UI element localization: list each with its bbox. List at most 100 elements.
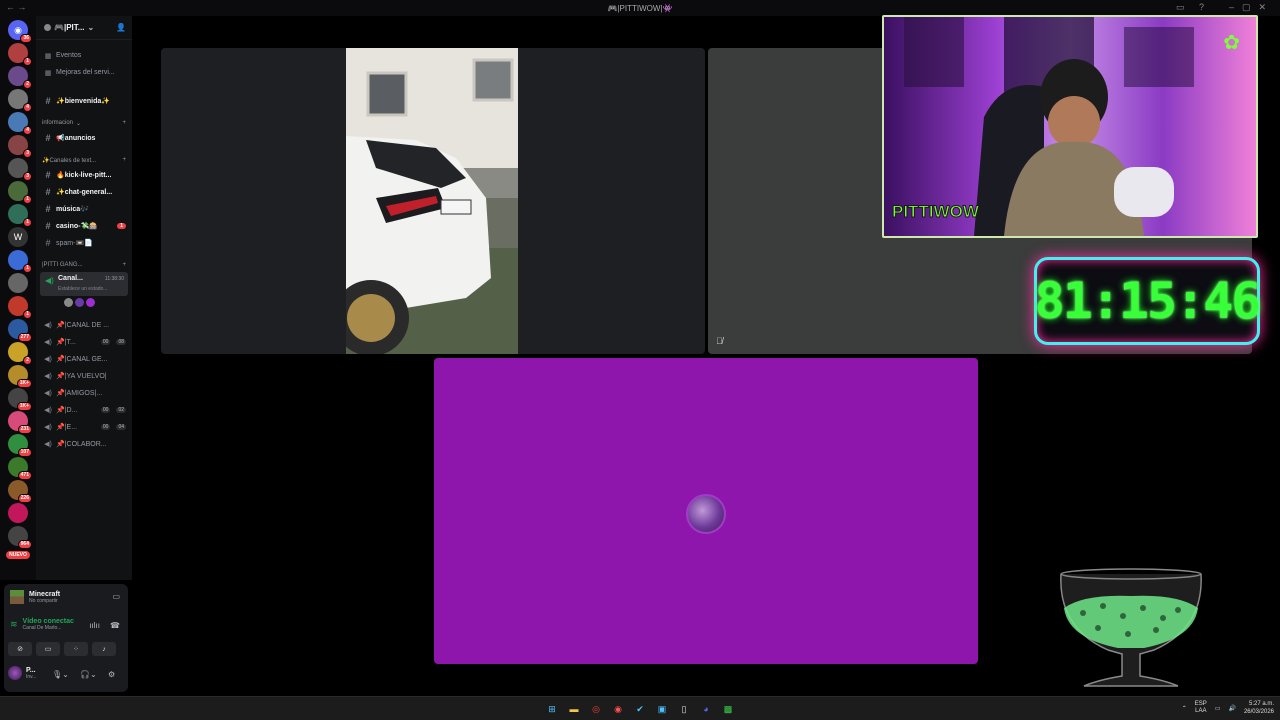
- voice-connection[interactable]: ≋ Vídeo conectac Canal De Marlo...: [10, 618, 74, 631]
- voice-channel[interactable]: ◀) 📌|YA VUELVO|: [40, 368, 128, 383]
- user-info[interactable]: P... Inv...: [8, 666, 36, 680]
- channel-kick-live[interactable]: # 🔥kick-live-pitt...: [40, 167, 128, 182]
- channel-label: 📌|CANAL DE ...: [56, 321, 110, 329]
- voice-channel[interactable]: ◀) 📌|D... 00 02: [40, 402, 128, 417]
- speaker-icon: ◀): [44, 440, 52, 448]
- server-icon-guild-12[interactable]: 277: [8, 319, 32, 342]
- user-limit: 08: [116, 338, 126, 345]
- gear-icon[interactable]: ⚙: [108, 670, 115, 679]
- obs-icon[interactable]: ◉: [610, 701, 626, 717]
- photos-icon[interactable]: ▣: [654, 701, 670, 717]
- channel-bienvenida[interactable]: # ✨bienvenida✨: [40, 93, 128, 108]
- back-forward-icon[interactable]: ← →: [6, 2, 27, 12]
- server-icon-guild-10[interactable]: [8, 273, 28, 293]
- server-icon-guild-1[interactable]: 1: [8, 43, 32, 66]
- voice-channel[interactable]: ◀) 📌|CANAL GE...: [40, 351, 128, 366]
- server-icon-discord-home[interactable]: ◉ 36: [8, 20, 32, 43]
- server-icon-guild-18[interactable]: 471: [8, 457, 32, 480]
- taskbar: ⊞ ▬ ◎ ◉ ✔ ▣ ▯ ◕ ▩ ⌃ ESP LAA ▭ 🔊 5:27 a.m.…: [0, 696, 1280, 720]
- channel-chat-general[interactable]: # ✨chat-general...: [40, 184, 128, 199]
- chevron-up-icon[interactable]: ⌃: [1182, 705, 1187, 712]
- add-channel-icon[interactable]: +: [122, 120, 126, 127]
- server-icon-guild-13[interactable]: 2: [8, 342, 32, 365]
- server-icon-guild-3[interactable]: 4: [8, 89, 32, 112]
- server-icon-guild-2[interactable]: 2: [8, 66, 32, 89]
- channel-spam[interactable]: # spam-📼📄: [40, 235, 128, 250]
- server-icon-guild-21[interactable]: 964: [8, 526, 32, 549]
- titlebar-tools-icon[interactable]: ▭ ?: [1176, 2, 1210, 13]
- voice-channel[interactable]: ◀) 📌|E... 00 04: [40, 419, 128, 434]
- category-pitti-gang[interactable]: |PITTI GANG... +: [42, 262, 126, 268]
- file-explorer-icon[interactable]: ▬: [566, 701, 582, 717]
- new-badge[interactable]: NUEVO: [6, 551, 30, 559]
- network-icon[interactable]: ▭: [1215, 705, 1221, 712]
- activities-button[interactable]: ⁘: [64, 642, 88, 656]
- noise-suppression-icon[interactable]: ıılıı: [89, 621, 100, 630]
- category-informacion[interactable]: informacion ⌄ +: [42, 120, 126, 127]
- lang-code: ESP: [1194, 701, 1207, 707]
- chrome-icon[interactable]: ◎: [588, 701, 604, 717]
- activity-status[interactable]: Minecraft No compartir: [10, 590, 60, 604]
- share-screen-icon[interactable]: ▭: [112, 592, 120, 601]
- add-member-icon[interactable]: 👤: [116, 23, 126, 32]
- server-icon-guild-8[interactable]: 1: [8, 204, 32, 227]
- video-tile-stream[interactable]: [161, 48, 705, 354]
- notepad-icon[interactable]: ▯: [676, 701, 692, 717]
- participant-avatar[interactable]: [86, 298, 95, 307]
- server-icon: [44, 24, 51, 31]
- voice-channel[interactable]: ◀) 📌|T... 00 08: [40, 334, 128, 349]
- participant-avatar[interactable]: [75, 298, 84, 307]
- volume-icon[interactable]: 🔊: [1228, 705, 1235, 712]
- microphone-icon[interactable]: 🎙⌄: [52, 670, 69, 679]
- server-header[interactable]: 🎮|PIT... ⌄ 👤: [36, 16, 132, 40]
- voice-channel-active[interactable]: ◀) Canal... 11:38:30 Establece un estado…: [40, 272, 128, 296]
- hash-icon: #: [45, 95, 51, 106]
- server-icon-guild-6[interactable]: 3: [8, 158, 32, 181]
- avatar: [8, 666, 22, 680]
- capcut-icon[interactable]: ✔: [632, 701, 648, 717]
- unread-badge: 107: [17, 448, 32, 457]
- channel-musica[interactable]: # música🎶: [40, 201, 128, 216]
- camera-off-button[interactable]: ⊘: [8, 642, 32, 656]
- voice-channel[interactable]: ◀) 📌|COLABOR...: [40, 436, 128, 451]
- server-icon-guild-9[interactable]: 1: [8, 250, 32, 273]
- minecraft-launcher-icon[interactable]: ▩: [720, 701, 736, 717]
- voice-status-text: Establece un estado...: [58, 286, 108, 292]
- channel-label: 📌|COLABOR...: [56, 440, 107, 448]
- channel-anuncios[interactable]: # 📢anuncios: [40, 130, 128, 145]
- discord-icon[interactable]: ◕: [698, 701, 714, 717]
- server-icon-guild-w[interactable]: W: [8, 227, 28, 247]
- add-channel-icon[interactable]: +: [122, 262, 126, 268]
- soundboard-button[interactable]: ♪: [92, 642, 116, 656]
- voice-channel[interactable]: ◀) 📌|CANAL DE ...: [40, 317, 128, 332]
- server-icon-guild-5[interactable]: 3: [8, 135, 32, 158]
- server-icon-guild-19[interactable]: 226: [8, 480, 32, 503]
- server-icon-guild-4[interactable]: 4: [8, 112, 32, 135]
- server-icon-guild-17[interactable]: 107: [8, 434, 32, 457]
- video-tile-avatar[interactable]: [434, 358, 978, 664]
- boosts-link[interactable]: ▦ Mejoras del servi...: [40, 65, 128, 80]
- events-link[interactable]: ▦ Eventos: [40, 48, 128, 63]
- channel-label: 📢anuncios: [56, 134, 96, 142]
- add-channel-icon[interactable]: +: [122, 157, 126, 164]
- server-icon-guild-15[interactable]: 1K+: [8, 388, 32, 411]
- server-icon-guild-16[interactable]: 231: [8, 411, 32, 434]
- server-icon-guild-20[interactable]: [8, 503, 28, 523]
- channel-casino[interactable]: # casino-💸🎰 1: [40, 218, 128, 233]
- server-icon-guild-11[interactable]: 1: [8, 296, 32, 319]
- participant-avatar[interactable]: [64, 298, 73, 307]
- voice-channel[interactable]: ◀) 📌|AMIGOS|...: [40, 385, 128, 400]
- clock-time: 5:27 a.m.: [1248, 701, 1274, 707]
- window-controls[interactable]: –▢✕: [1229, 2, 1274, 13]
- server-icon-guild-14[interactable]: 1K+: [8, 365, 32, 388]
- server-icon-guild-7[interactable]: 1: [8, 181, 32, 204]
- clock[interactable]: 5:27 a.m. 26/03/2026: [1244, 700, 1274, 716]
- screen-share-button[interactable]: ▭: [36, 642, 60, 656]
- disconnect-icon[interactable]: ☎: [110, 621, 120, 630]
- language-indicator[interactable]: ESP LAA: [1195, 701, 1207, 715]
- category-text[interactable]: ✨Canales de text... +: [42, 157, 126, 164]
- chevron-down-icon[interactable]: ⌄: [87, 23, 94, 32]
- start-icon[interactable]: ⊞: [544, 701, 560, 717]
- headphones-icon[interactable]: 🎧⌄: [80, 670, 97, 679]
- taskbar-apps: ⊞ ▬ ◎ ◉ ✔ ▣ ▯ ◕ ▩: [544, 701, 736, 717]
